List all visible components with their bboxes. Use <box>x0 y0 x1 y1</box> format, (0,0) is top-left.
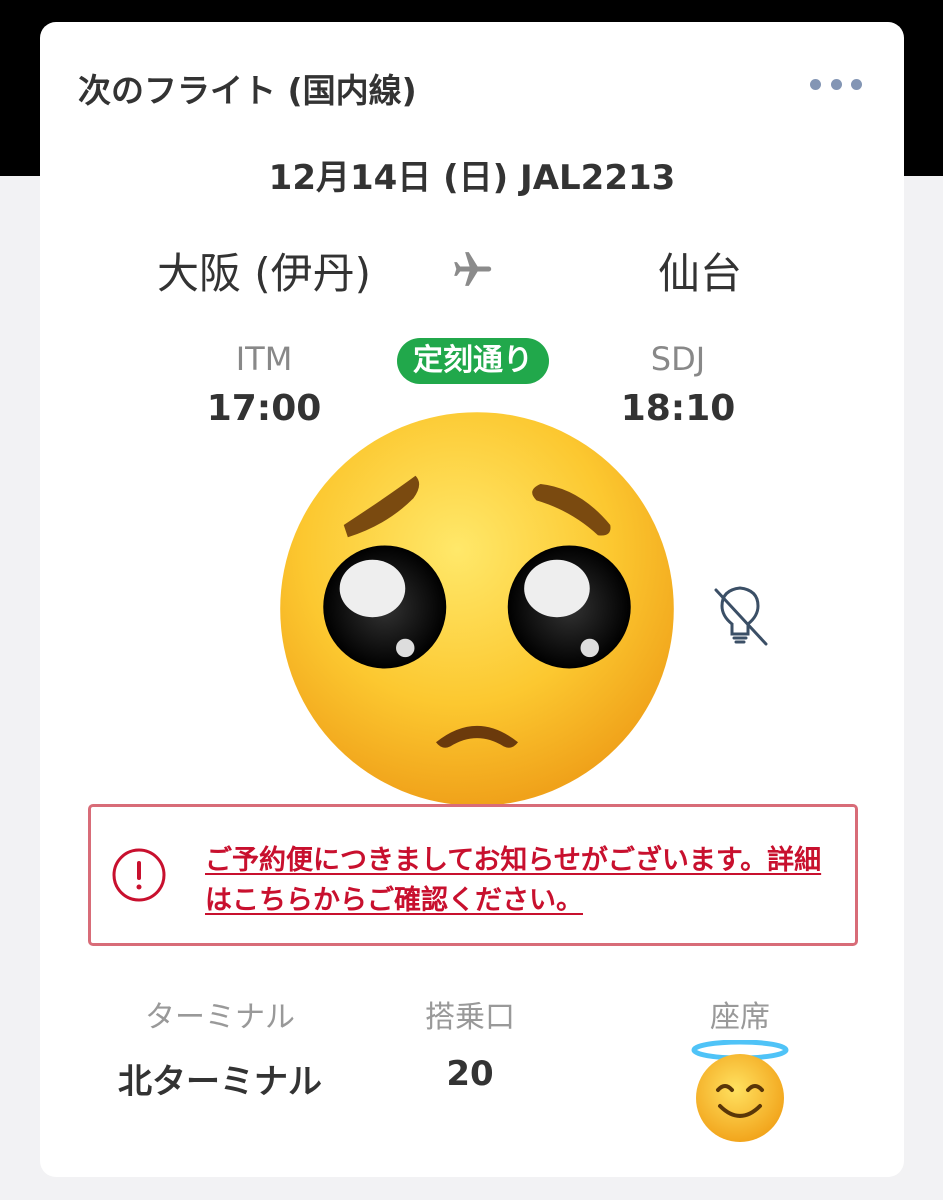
notice-link[interactable]: ご予約便につきましてお知らせがございます。詳細はこちらからご確認ください。 <box>205 841 835 921</box>
status-badge: 定刻通り <box>397 338 549 384</box>
seat-label: 座席 <box>710 1000 770 1035</box>
terminal-label: ターミナル <box>145 1000 295 1035</box>
smiling-face-with-halo-emoji <box>691 1040 789 1142</box>
pleading-face-emoji <box>280 412 674 806</box>
airplane-icon <box>454 252 492 286</box>
terminal-value: 北ターミナル <box>118 1062 322 1102</box>
lightbulb-off-icon[interactable] <box>712 582 770 652</box>
notice-box: ご予約便につきましてお知らせがございます。詳細はこちらからご確認ください。 <box>88 804 858 946</box>
flight-card: 次のフライト (国内線) 12月14日 (日) JAL2213 大阪 (伊丹) … <box>40 22 904 1177</box>
more-options-button[interactable] <box>810 66 862 102</box>
card-title: 次のフライト (国内線) <box>78 71 417 110</box>
origin-code: ITM <box>235 340 293 378</box>
flight-date: 12月14日 (日) JAL2213 <box>268 158 676 198</box>
destination-code: SDJ <box>650 340 706 378</box>
origin-city: 大阪 (伊丹) <box>156 249 372 298</box>
gate-value: 20 <box>446 1054 494 1094</box>
destination-city: 仙台 <box>657 249 742 298</box>
exclamation-circle-icon <box>112 848 166 902</box>
more-horizontal-icon <box>810 78 821 90</box>
gate-label: 搭乗口 <box>425 1000 515 1035</box>
